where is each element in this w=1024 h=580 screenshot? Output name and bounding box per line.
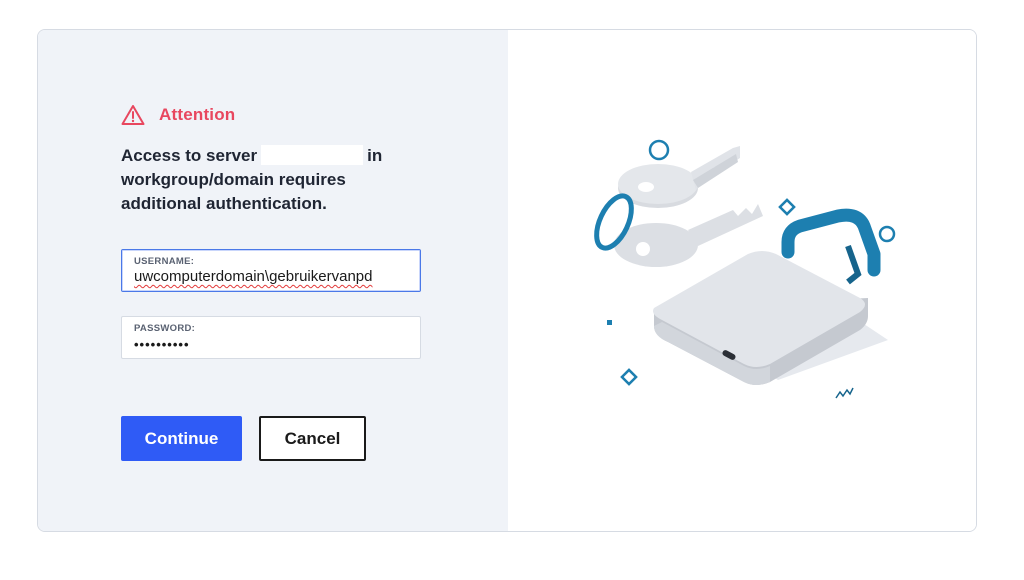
password-input[interactable]: •••••••••• (134, 337, 190, 352)
redacted-server-name (261, 145, 364, 165)
cancel-button[interactable]: Cancel (259, 416, 366, 461)
lock-shackle-inner (845, 244, 862, 285)
auth-dialog: Attention Access to server in workgroup/d… (37, 29, 977, 532)
username-label: USERNAME: (134, 256, 195, 267)
message-rest: workgroup/domain requires additional aut… (121, 170, 346, 213)
lock-shackle (781, 208, 881, 277)
decor-diamond-1 (778, 198, 796, 216)
username-input[interactable]: uwcomputerdomain\gebruikervanpd (134, 268, 372, 285)
decor-dot (607, 320, 612, 325)
illustration-panel (508, 30, 976, 531)
back-key-icon (614, 204, 763, 267)
auth-message: Access to server in workgroup/domain requ… (121, 144, 421, 216)
decor-circle-2 (878, 225, 896, 243)
decor-circle-1 (648, 139, 670, 161)
decor-zigzag (835, 387, 854, 399)
password-field[interactable]: PASSWORD: •••••••••• (121, 316, 421, 359)
auth-form-panel: Attention Access to server in workgroup/d… (38, 30, 508, 531)
lock-body (653, 251, 868, 385)
decor-diamond-2 (620, 368, 638, 386)
warning-triangle-icon (121, 104, 145, 126)
front-key-icon (618, 146, 740, 208)
attention-title: Attention (159, 105, 236, 124)
password-label: PASSWORD: (134, 323, 196, 334)
message-prefix: Access to server (121, 146, 258, 165)
username-field[interactable]: USERNAME: uwcomputerdomain\gebruikervanp… (121, 249, 421, 292)
padlock-with-keys-illustration (594, 139, 896, 399)
message-in: in (367, 146, 383, 165)
continue-button[interactable]: Continue (121, 416, 242, 461)
attention-header: Attention (121, 104, 235, 126)
